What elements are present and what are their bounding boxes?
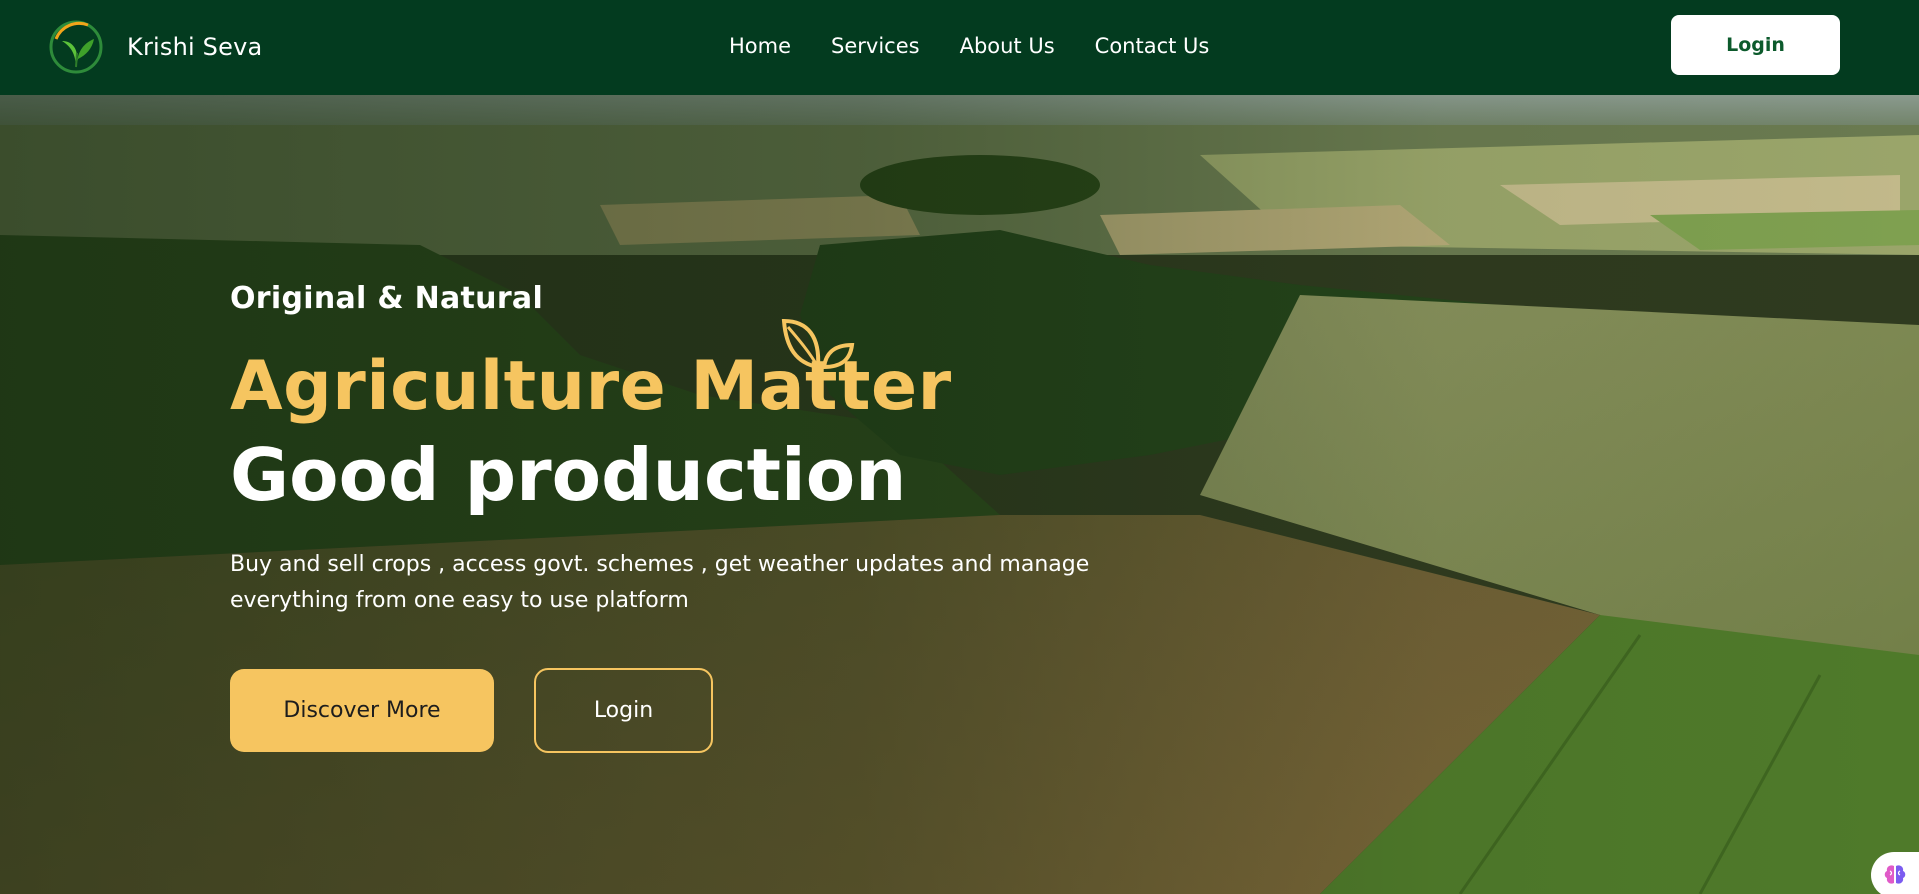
assistant-widget[interactable] bbox=[1871, 852, 1919, 894]
brand-name: Krishi Seva bbox=[127, 33, 263, 61]
nav-services-link[interactable]: Services bbox=[831, 30, 920, 62]
nav-about-link[interactable]: About Us bbox=[960, 30, 1055, 62]
brain-icon bbox=[1884, 865, 1906, 884]
main-nav: Home Services About Us Contact Us bbox=[729, 30, 1249, 62]
discover-more-button[interactable]: Discover More bbox=[230, 669, 494, 752]
leaf-sprout-icon bbox=[781, 318, 855, 375]
hero-description: Buy and sell crops , access govt. scheme… bbox=[230, 552, 1090, 613]
page: Krishi Seva Home Services About Us Conta… bbox=[0, 0, 1919, 894]
nav-home-link[interactable]: Home bbox=[729, 30, 791, 62]
brand[interactable]: Krishi Seva bbox=[48, 20, 262, 74]
nav-contact-link[interactable]: Contact Us bbox=[1095, 30, 1210, 62]
header-login-button[interactable]: Login bbox=[1671, 15, 1840, 75]
hero-eyebrow: Original & Natural bbox=[230, 281, 544, 316]
navbar: Krishi Seva Home Services About Us Conta… bbox=[0, 0, 1919, 95]
sprout-logo-icon bbox=[49, 20, 103, 74]
hero-section: Original & Natural Agriculture Matter Go… bbox=[0, 95, 1919, 894]
hero-login-button[interactable]: Login bbox=[534, 668, 713, 753]
hero-headline-main: Good production bbox=[230, 433, 907, 517]
